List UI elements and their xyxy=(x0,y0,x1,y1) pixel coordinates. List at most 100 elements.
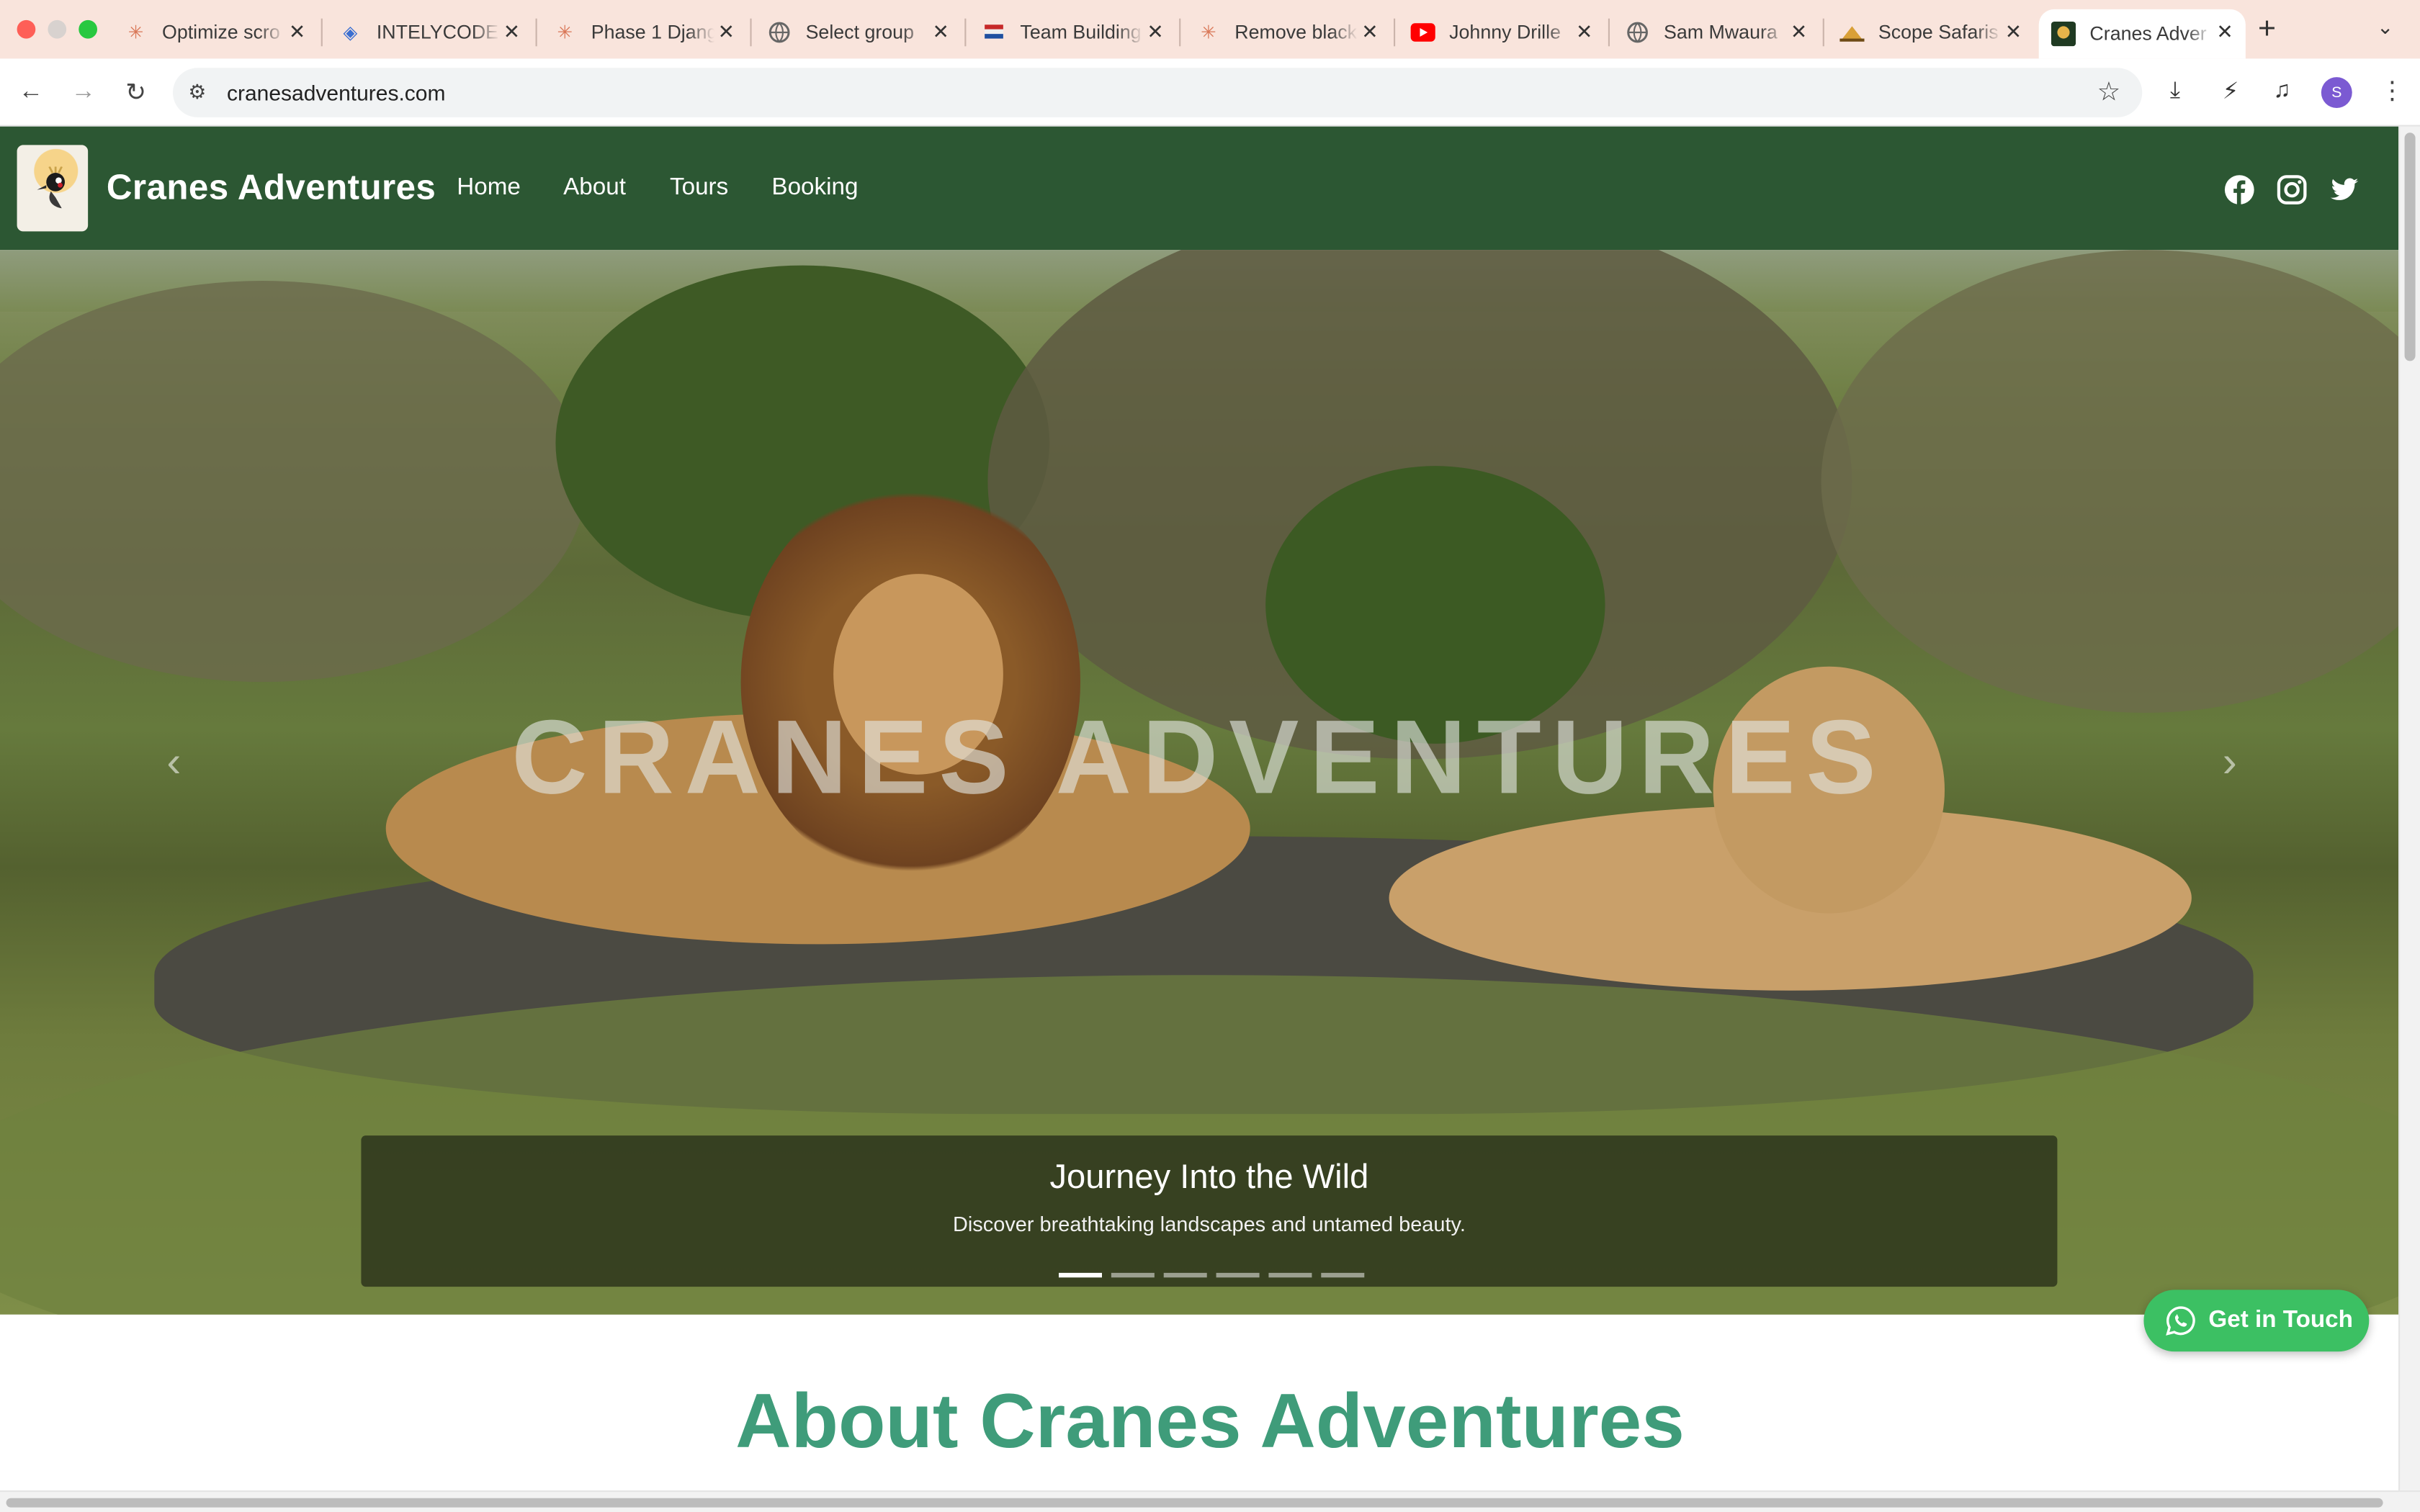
tab-title: Johnny Drille xyxy=(1449,22,1561,43)
browser-tab[interactable]: Sam Mwaura ✕ xyxy=(1613,9,1819,55)
site-brand[interactable]: Cranes Adventures xyxy=(107,166,436,208)
back-button[interactable]: ← xyxy=(12,74,49,111)
cranes-logo-icon xyxy=(2051,22,2076,47)
browser-tab-active[interactable]: Cranes Adver ✕ xyxy=(2038,9,2246,59)
tab-separator xyxy=(964,18,967,47)
close-tab-icon[interactable]: ✕ xyxy=(718,20,735,45)
browser-tab[interactable]: Johnny Drille ✕ xyxy=(1398,9,1605,55)
performance-icon[interactable]: ⚡ xyxy=(2223,77,2239,104)
hero-bush xyxy=(0,281,587,683)
hero-carousel: CRANES ADVENTURES ‹ › Journey Into the W… xyxy=(0,250,2398,1315)
address-bar[interactable]: ⚙ cranesadventures.com ☆ xyxy=(173,68,2143,117)
tab-separator xyxy=(1393,18,1396,47)
nav-home-link[interactable]: Home xyxy=(457,174,521,202)
carousel-prev-icon[interactable]: ‹ xyxy=(166,737,181,787)
youtube-icon xyxy=(1410,20,1435,45)
tab-title: Team Building xyxy=(1020,22,1142,43)
tab-title: INTELYCODE xyxy=(376,22,499,43)
site-logo[interactable] xyxy=(17,145,89,232)
close-tab-icon[interactable]: ✕ xyxy=(1791,20,1807,45)
vertical-scroll-thumb[interactable] xyxy=(2404,132,2416,361)
bookmark-star-icon[interactable]: ☆ xyxy=(2097,77,2121,108)
crowned-crane-icon xyxy=(37,166,65,209)
horizontal-scroll-thumb[interactable] xyxy=(6,1498,2383,1508)
tab-title: Optimize scro xyxy=(162,22,280,43)
tab-title: Sam Mwaura xyxy=(1664,22,1778,43)
site-info-icon[interactable]: ⚙ xyxy=(188,80,206,104)
browser-tab[interactable]: Team Building ✕ xyxy=(969,9,1176,55)
new-tab-button[interactable]: + xyxy=(2258,12,2276,48)
facebook-icon[interactable] xyxy=(2224,174,2255,205)
whatsapp-icon xyxy=(2166,1306,2195,1336)
url-text[interactable]: cranesadventures.com xyxy=(227,80,446,104)
maximize-window-button[interactable] xyxy=(79,19,97,39)
browser-tab[interactable]: ◈ INTELYCODE ✕ xyxy=(326,9,532,55)
forward-button[interactable]: → xyxy=(65,74,102,111)
browser-tab[interactable]: ✳ Remove black ✕ xyxy=(1184,9,1391,55)
browser-tab[interactable]: Select group ✕ xyxy=(755,9,962,55)
nav-about-link[interactable]: About xyxy=(563,174,626,202)
profile-avatar[interactable]: S xyxy=(2321,77,2352,108)
tab-separator xyxy=(1179,18,1181,47)
tab-title: Phase 1 Djang xyxy=(591,22,715,43)
horizontal-scrollbar[interactable] xyxy=(0,1490,2420,1512)
close-tab-icon[interactable]: ✕ xyxy=(1361,20,1378,45)
browser-toolbar: ← → ↻ ⚙ cranesadventures.com ☆ ⤓ ⚡ ♫ xyxy=(0,58,2420,127)
globe-icon xyxy=(1625,20,1649,45)
close-tab-icon[interactable]: ✕ xyxy=(2216,20,2233,45)
reload-button[interactable]: ↻ xyxy=(117,74,154,111)
vertical-scrollbar[interactable] xyxy=(2398,126,2420,1491)
carousel-indicator[interactable] xyxy=(1111,1272,1155,1278)
about-section-title: About Cranes Adventures xyxy=(735,1377,1685,1464)
close-tab-icon[interactable]: ✕ xyxy=(932,20,949,45)
instagram-icon[interactable] xyxy=(2277,174,2308,205)
browser-menu-icon[interactable]: ⋮ xyxy=(2380,76,2404,107)
close-tab-icon[interactable]: ✕ xyxy=(1147,20,1163,45)
intelycode-icon: ◈ xyxy=(343,22,358,43)
close-tab-icon[interactable]: ✕ xyxy=(1576,20,1592,45)
carousel-next-icon[interactable]: › xyxy=(2223,737,2237,787)
tab-separator xyxy=(750,18,752,47)
close-tab-icon[interactable]: ✕ xyxy=(503,20,520,45)
claude-starburst-icon: ✳ xyxy=(1201,22,1216,43)
tab-title: Select group xyxy=(805,22,914,43)
browser-tab[interactable]: ✳ Phase 1 Djang ✕ xyxy=(540,9,747,55)
close-tab-icon[interactable]: ✕ xyxy=(2005,20,2022,45)
tab-separator xyxy=(535,18,537,47)
window-controls xyxy=(17,19,97,39)
browser-tab[interactable]: Scope Safaris ✕ xyxy=(1827,9,2034,55)
tab-title: Scope Safaris xyxy=(1878,22,1999,43)
flag-icon xyxy=(982,20,1006,45)
caption-subtitle: Discover breathtaking landscapes and unt… xyxy=(952,1212,1466,1236)
tab-title: Remove black xyxy=(1234,22,1358,43)
hero-title: CRANES ADVENTURES xyxy=(511,698,1887,816)
carousel-indicator[interactable] xyxy=(1163,1272,1207,1278)
hero-bush xyxy=(1821,250,2398,713)
media-control-icon[interactable]: ♫ xyxy=(2273,77,2290,103)
twitter-icon[interactable] xyxy=(2329,174,2360,205)
browser-tab[interactable]: ✳ Optimize scro ✕ xyxy=(111,9,318,55)
close-tab-icon[interactable]: ✕ xyxy=(289,20,305,45)
tab-title: Cranes Adver xyxy=(2089,23,2207,45)
get-in-touch-button[interactable]: Get in Touch xyxy=(2143,1290,2370,1352)
minimize-window-button[interactable] xyxy=(48,19,67,39)
claude-starburst-icon: ✳ xyxy=(127,22,144,43)
caption-title: Journey Into the Wild xyxy=(1049,1157,1369,1196)
tab-separator xyxy=(1608,18,1610,47)
get-in-touch-label[interactable]: Get in Touch xyxy=(2208,1307,2353,1335)
globe-icon xyxy=(767,20,792,45)
carousel-indicator[interactable] xyxy=(1321,1272,1365,1278)
close-window-button[interactable] xyxy=(17,19,36,39)
download-icon[interactable]: ⤓ xyxy=(2170,77,2180,103)
tab-separator xyxy=(321,18,323,47)
carousel-indicator[interactable] xyxy=(1059,1272,1102,1278)
carousel-indicators xyxy=(1059,1272,1365,1278)
screenshot-root: ✳ Optimize scro ✕ ◈ INTELYCODE ✕ ✳ Phase… xyxy=(0,0,2420,1512)
carousel-indicator[interactable] xyxy=(1268,1272,1312,1278)
nav-booking-link[interactable]: Booking xyxy=(771,174,858,202)
tab-search-chevron-icon[interactable]: ⌄ xyxy=(2377,15,2393,40)
browser-tab-strip: ✳ Optimize scro ✕ ◈ INTELYCODE ✕ ✳ Phase… xyxy=(0,0,2420,59)
carousel-indicator[interactable] xyxy=(1216,1272,1260,1278)
nav-tours-link[interactable]: Tours xyxy=(670,174,728,202)
claude-starburst-icon: ✳ xyxy=(557,22,573,43)
